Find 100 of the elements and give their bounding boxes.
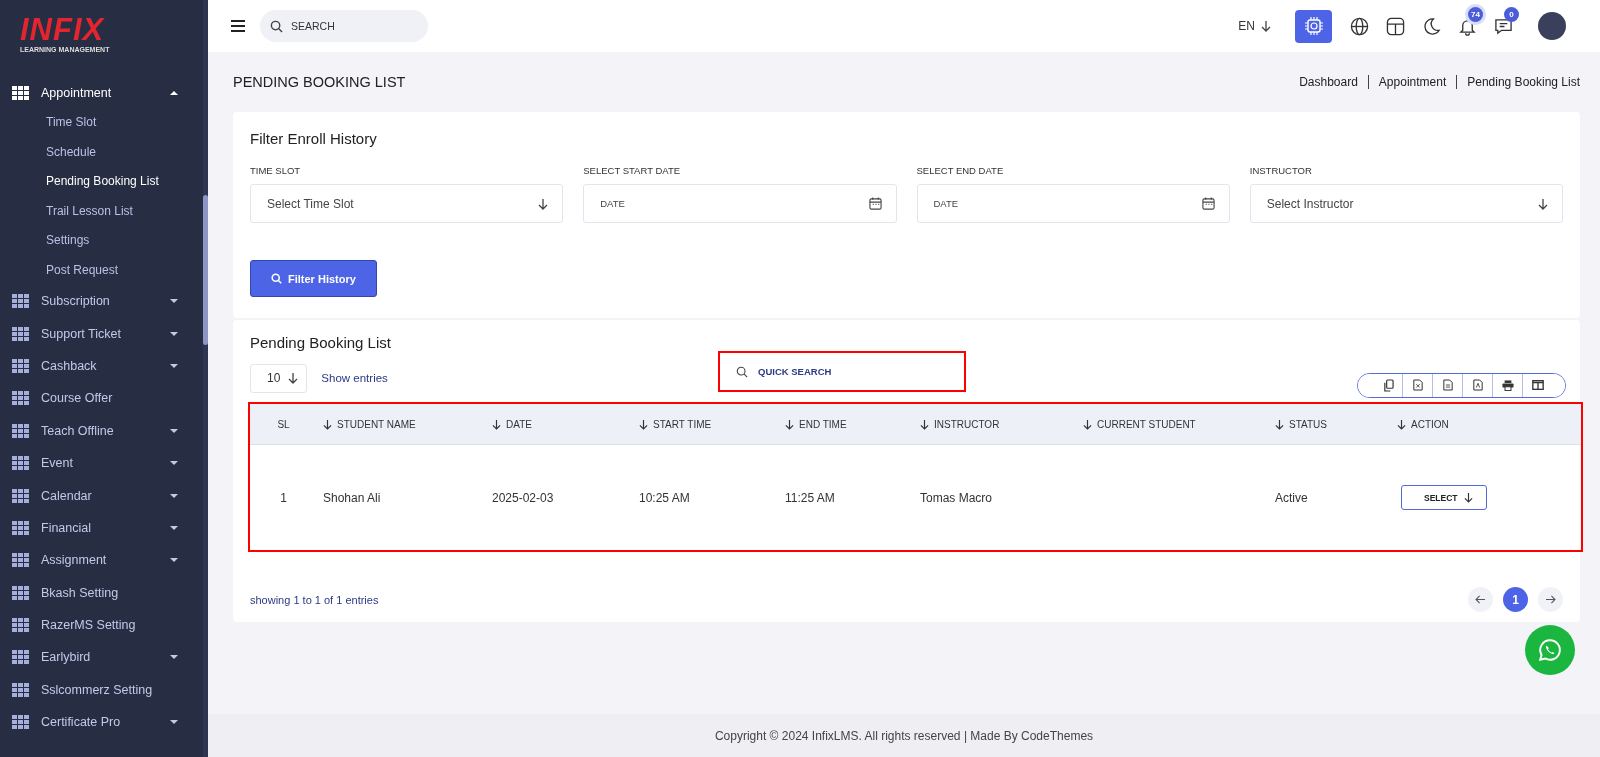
grid-icon <box>12 326 29 341</box>
avatar[interactable] <box>1538 12 1566 40</box>
sort-arrow-icon <box>1397 418 1406 430</box>
grid-icon <box>12 650 29 665</box>
pdf-icon <box>1472 379 1483 391</box>
select-field[interactable]: Select Instructor <box>1249 184 1563 223</box>
grid-icon <box>12 86 29 100</box>
sidebar-subitem[interactable]: Schedule <box>0 137 203 167</box>
grid-icon <box>12 294 29 309</box>
sort-arrow-icon <box>639 418 648 430</box>
caret-icon <box>170 525 178 530</box>
quick-search-field[interactable]: QUICK SEARCH <box>720 365 832 378</box>
column-header[interactable]: ACTION <box>1391 418 1581 430</box>
column-header[interactable]: END TIME <box>779 418 914 430</box>
grid-icon <box>12 488 29 503</box>
table-cell: 10:25 AM <box>639 490 690 505</box>
column-header[interactable]: START TIME <box>633 418 779 430</box>
sidebar-item[interactable]: Assignment <box>0 544 203 577</box>
layout-icon[interactable] <box>1386 16 1405 36</box>
sidebar-item[interactable]: RazerMS Setting <box>0 608 203 642</box>
sidebar-item[interactable]: Calendar <box>0 479 203 512</box>
sidebar-subitem[interactable]: Time Slot <box>0 108 203 138</box>
column-header[interactable]: INSTRUCTOR <box>914 418 1077 430</box>
column-header[interactable]: STUDENT NAME <box>317 418 486 430</box>
columns-icon <box>1531 380 1544 390</box>
scrollbar-thumb[interactable] <box>203 195 208 345</box>
chat-icon[interactable] <box>1494 16 1513 36</box>
column-header[interactable]: SL <box>250 418 317 430</box>
table-cell: 11:25 AM <box>785 490 835 505</box>
date-field[interactable]: DATE <box>916 184 1230 223</box>
notification-badge: 74 <box>1468 6 1483 22</box>
search-field[interactable]: SEARCH <box>260 10 428 42</box>
calendar-icon <box>868 197 882 210</box>
caret-icon <box>170 461 178 466</box>
grid-icon <box>12 715 29 730</box>
whatsapp-button[interactable] <box>1525 625 1575 675</box>
table-cell: Tomas Macro <box>920 490 993 505</box>
copyright-text: Copyright © 2024 InfixLMS. All rights reserved | Made By CodeThemes <box>714 728 1094 743</box>
arrow-down-icon <box>1463 492 1473 503</box>
caret-icon <box>170 493 178 498</box>
sort-arrow-icon <box>1275 418 1284 430</box>
sidebar-item[interactable]: Cashback <box>0 349 203 383</box>
column-header[interactable]: DATE <box>486 418 633 430</box>
column-header[interactable]: STATUS <box>1269 418 1391 430</box>
select-button[interactable]: SELECT <box>1401 485 1487 510</box>
card-title: Pending Booking List <box>250 334 392 351</box>
sidebar-item[interactable]: Sslcommerz Setting <box>0 673 203 707</box>
show-entries-label: Show entries <box>321 372 388 384</box>
sidebar-item[interactable]: Event <box>0 446 203 480</box>
field-label: INSTRUCTOR <box>1249 165 1313 176</box>
sidebar-item[interactable]: Support Ticket <box>0 317 203 350</box>
filter-history-button[interactable]: Filter History <box>250 260 377 297</box>
sort-arrow-icon <box>323 418 332 430</box>
sidebar-item[interactable]: Bkash Setting <box>0 576 203 609</box>
grid-icon <box>12 391 29 406</box>
page-button[interactable]: 1 <box>1503 587 1528 612</box>
breadcrumb-link[interactable]: Pending Booking List <box>1456 75 1580 89</box>
sidebar-item[interactable]: Course Offer <box>0 382 203 415</box>
grid-icon <box>12 585 29 600</box>
breadcrumb-link[interactable]: Dashboard <box>1299 75 1358 89</box>
select-field[interactable]: Select Time Slot <box>250 184 564 223</box>
breadcrumb-link[interactable]: Appointment <box>1367 75 1447 89</box>
sidebar-item[interactable]: Earlybird <box>0 641 203 674</box>
caret-icon <box>170 363 178 368</box>
language-dropdown[interactable]: EN <box>1238 19 1271 33</box>
ai-chip-button[interactable] <box>1295 9 1332 43</box>
previous-page-button[interactable] <box>1468 587 1493 612</box>
caret-icon <box>170 299 178 304</box>
next-page-button[interactable] <box>1538 587 1563 612</box>
sidebar-subitem[interactable]: Trail Lesson List <box>0 196 203 226</box>
sidebar-item[interactable]: Appointment <box>0 78 203 108</box>
sidebar-item[interactable]: Teach Offline <box>0 414 203 447</box>
sidebar-item[interactable]: Certificate Pro <box>0 706 203 739</box>
sort-arrow-icon <box>920 418 929 430</box>
search-icon <box>270 19 283 33</box>
entries-summary: showing 1 to 1 of 1 entries <box>250 593 379 606</box>
sidebar-item[interactable]: Financial <box>0 511 203 545</box>
arrow-right-icon <box>1545 595 1556 604</box>
column-header[interactable]: CURRENT STUDENT <box>1077 418 1269 430</box>
sidebar-subitem[interactable]: Settings <box>0 226 203 256</box>
grid-icon <box>12 520 29 535</box>
moon-icon[interactable] <box>1422 16 1441 36</box>
sidebar-item[interactable]: Subscription <box>0 285 203 318</box>
sort-arrow-icon <box>492 418 501 430</box>
card-title: Filter Enroll History <box>250 130 378 147</box>
export-button[interactable] <box>1522 373 1565 397</box>
copy-icon <box>1382 378 1394 392</box>
menu-icon[interactable] <box>230 19 246 33</box>
globe-icon[interactable] <box>1350 16 1369 36</box>
arrow-down-icon <box>1538 197 1548 210</box>
sidebar-subitem[interactable]: Post Request <box>0 255 203 285</box>
arrow-left-icon <box>1475 595 1486 604</box>
sidebar-subitem[interactable]: Pending Booking List <box>0 167 203 197</box>
grid-icon <box>12 553 29 568</box>
calendar-icon <box>1201 197 1215 210</box>
page-size-select[interactable]: 10 <box>250 363 308 393</box>
date-field[interactable]: DATE <box>583 184 897 223</box>
chat-phone-icon <box>1537 637 1563 663</box>
chip-icon <box>1303 16 1324 36</box>
caret-icon <box>170 91 178 95</box>
